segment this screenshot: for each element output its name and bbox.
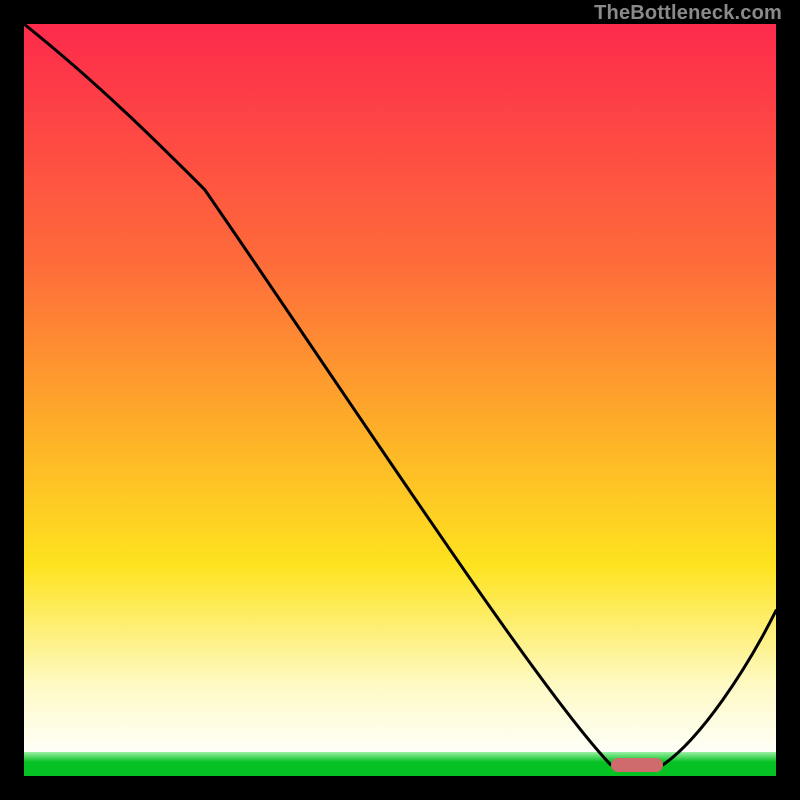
bottleneck-curve xyxy=(24,24,776,765)
plot-area xyxy=(24,24,776,776)
watermark-text: TheBottleneck.com xyxy=(594,2,782,25)
optimum-marker xyxy=(611,758,664,772)
curve-svg xyxy=(24,24,776,776)
chart-frame: TheBottleneck.com xyxy=(0,0,800,800)
